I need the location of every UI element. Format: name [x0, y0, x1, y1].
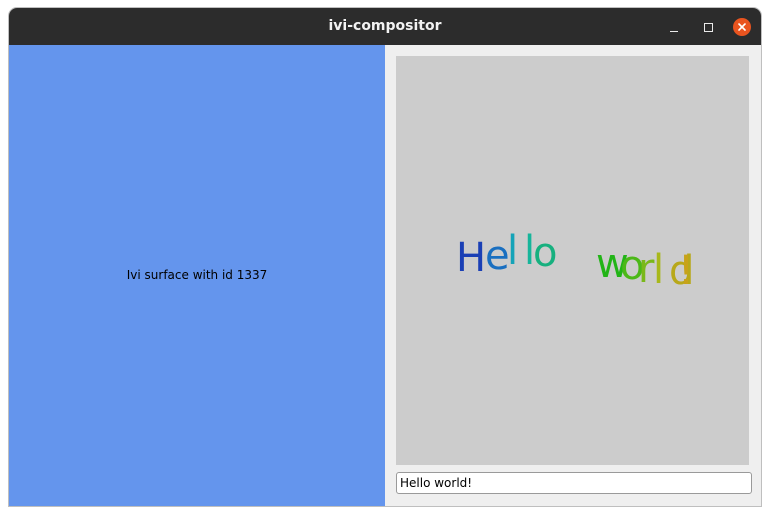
wave-letter: ! — [678, 248, 694, 294]
ivi-surface-panel[interactable]: Ivi surface with id 1337 — [9, 45, 385, 506]
maximize-button[interactable] — [697, 16, 719, 38]
window-title: ivi-compositor — [328, 18, 442, 34]
wave-letter: l — [507, 228, 518, 274]
app-window: ivi-compositor Ivi surface with id 1337 … — [9, 8, 761, 506]
wave-letter: e — [485, 233, 510, 279]
minimize-icon — [670, 30, 678, 32]
close-icon — [733, 18, 751, 36]
wave-text-graphic: Hel lo worl d! — [456, 228, 694, 294]
ivi-surface-label: Ivi surface with id 1337 — [126, 268, 268, 282]
maximize-icon — [703, 22, 713, 32]
hello-world-canvas: He l l o w o r l d! — [396, 56, 749, 465]
wave-letter: H — [456, 235, 486, 281]
minimize-button[interactable] — [663, 16, 685, 38]
window-content: Ivi surface with id 1337 He l l o w o r l d! — [9, 45, 761, 506]
close-button[interactable] — [731, 16, 753, 38]
wave-letter: l — [653, 247, 664, 293]
hello-text-input[interactable] — [396, 472, 752, 494]
hello-world-pane: He l l o w o r l d! — [385, 45, 761, 506]
wave-letter: o — [533, 230, 557, 276]
title-bar[interactable]: ivi-compositor — [9, 8, 761, 45]
